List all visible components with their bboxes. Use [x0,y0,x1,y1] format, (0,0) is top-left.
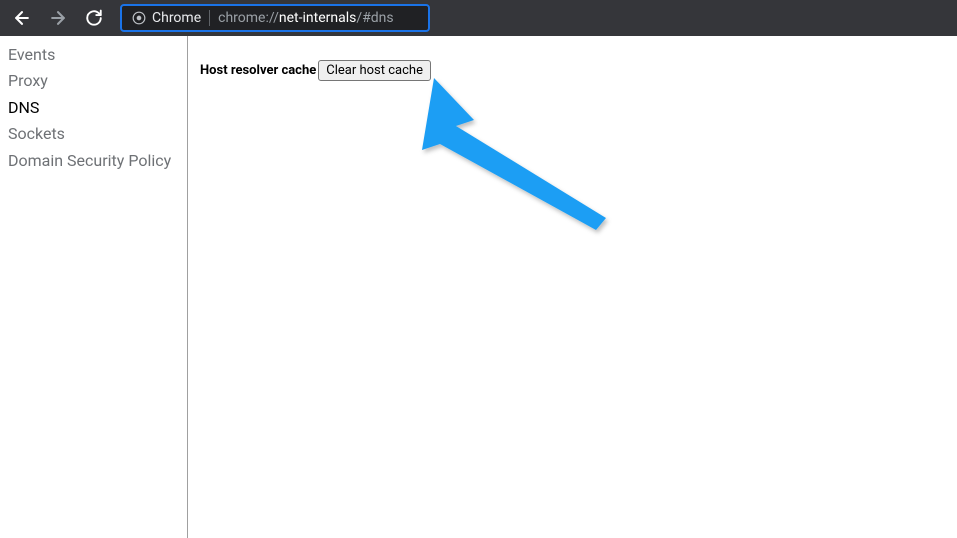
sidebar-item-dns[interactable]: DNS [0,95,187,121]
forward-button[interactable] [44,4,72,32]
main-panel: Host resolver cache Clear host cache [188,36,957,538]
host-resolver-row: Host resolver cache Clear host cache [200,60,945,81]
host-resolver-label: Host resolver cache [200,63,316,78]
browser-toolbar: Chrome chrome://net-internals/#dns [0,0,957,36]
url-path: /#dns [356,10,393,26]
url-divider [209,10,210,26]
annotation-arrow-icon [406,78,626,238]
url-scheme-label: Chrome [152,10,209,26]
sidebar-item-proxy[interactable]: Proxy [0,68,187,94]
sidebar-item-sockets[interactable]: Sockets [0,121,187,147]
sidebar: Events Proxy DNS Sockets Domain Security… [0,36,188,538]
sidebar-item-events[interactable]: Events [0,42,187,68]
sidebar-item-domain-security-policy[interactable]: Domain Security Policy [0,148,187,174]
address-bar[interactable]: Chrome chrome://net-internals/#dns [120,4,430,32]
url-scheme: chrome:// [218,10,279,26]
back-button[interactable] [8,4,36,32]
chrome-icon [132,11,146,25]
clear-host-cache-button[interactable]: Clear host cache [318,60,431,81]
content-area: Events Proxy DNS Sockets Domain Security… [0,36,957,538]
reload-button[interactable] [80,4,108,32]
url-host: net-internals [279,10,356,26]
